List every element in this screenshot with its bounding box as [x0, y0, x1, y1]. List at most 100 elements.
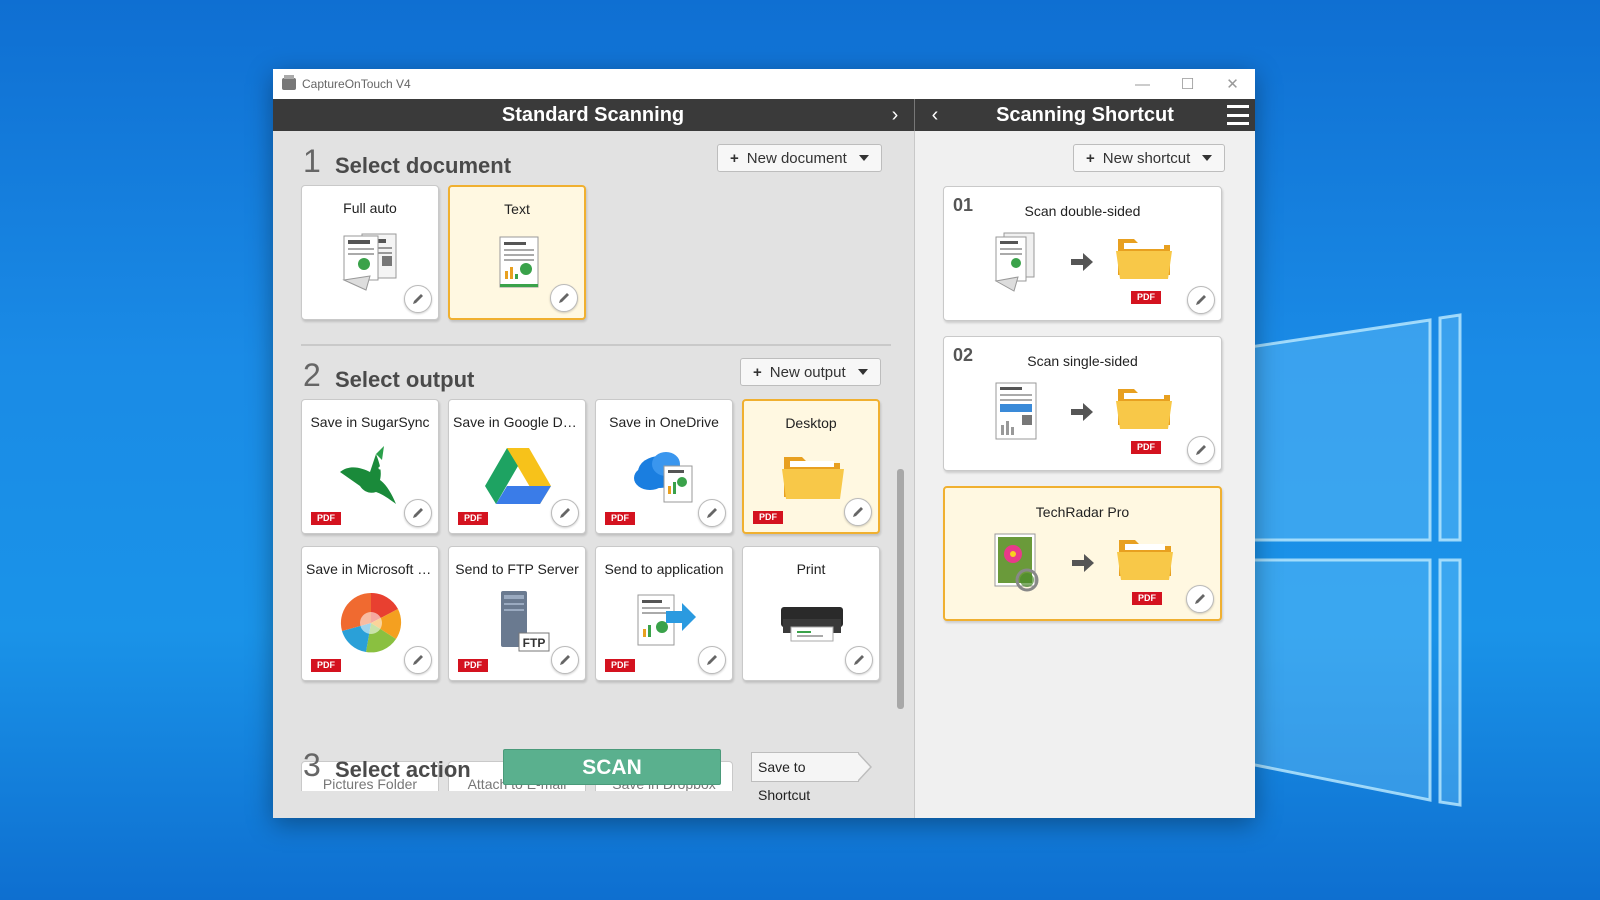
scanning-shortcut-panel: + New shortcut 01 Scan double-sided PDF … [914, 131, 1255, 818]
save-to-shortcut-label: Save to Shortcut [751, 752, 859, 803]
scanning-shortcut-title: Scanning Shortcut [996, 104, 1174, 126]
arrow-right-icon [1071, 253, 1093, 271]
edit-pencil-icon[interactable] [551, 499, 579, 527]
shortcut-techradar-pro[interactable]: TechRadar Pro PDF [943, 486, 1222, 621]
arrow-right-fill [857, 753, 870, 781]
window-title: CaptureOnTouch V4 [302, 77, 411, 91]
pdf-badge: PDF [311, 512, 341, 525]
edit-pencil-icon[interactable] [845, 646, 873, 674]
pdf-badge: PDF [753, 511, 783, 524]
output-scrollbar[interactable] [897, 469, 904, 709]
scan-button[interactable]: SCAN [503, 749, 721, 785]
edit-pencil-icon[interactable] [1187, 286, 1215, 314]
output-tile-google-drive[interactable]: Save in Google Dri... PDF [448, 399, 586, 534]
document-tile-full-auto[interactable]: Full auto [301, 185, 439, 320]
pdf-badge: PDF [1132, 592, 1162, 605]
caret-down-icon [1202, 155, 1213, 161]
edit-pencil-icon[interactable] [698, 499, 726, 527]
shortcut-scan-double-sided[interactable]: 01 Scan double-sided PDF [943, 186, 1222, 321]
caret-down-icon [858, 155, 869, 161]
header-bar: Standard Scanning › ‹ Scanning Shortcut [273, 99, 1255, 131]
edit-pencil-icon[interactable] [551, 646, 579, 674]
tile-label: Full auto [343, 200, 397, 216]
output-tile-onedrive[interactable]: Save in OneDrive PDF [595, 399, 733, 534]
tile-label: Desktop [785, 415, 837, 431]
step-1-number: 1 [303, 143, 321, 179]
onedrive-cloud-icon [634, 452, 693, 503]
output-tile-desktop[interactable]: Desktop PDF [742, 399, 880, 534]
save-to-shortcut-button[interactable]: Save to Shortcut [751, 752, 872, 803]
new-output-label: New output [769, 363, 846, 381]
edit-pencil-icon[interactable] [404, 499, 432, 527]
tile-label: Text [504, 201, 530, 217]
arrow-right-icon [1072, 554, 1094, 572]
shortcut-scan-single-sided[interactable]: 02 Scan single-sided PDF [943, 336, 1222, 471]
shortcut-label: Scan single-sided [1027, 353, 1138, 369]
photo-document-icon [994, 533, 1039, 592]
title-bar: CaptureOnTouch V4 — ☐ ✕ [273, 69, 1255, 99]
double-sided-document-icon [994, 232, 1035, 292]
new-shortcut-button[interactable]: + New shortcut [1073, 144, 1226, 172]
tile-label: Send to FTP Server [455, 561, 579, 577]
ftp-text: FTP [523, 636, 546, 650]
edit-pencil-icon[interactable] [1187, 436, 1215, 464]
google-drive-icon [485, 448, 551, 504]
edit-pencil-icon[interactable] [550, 284, 578, 312]
shortcut-label: TechRadar Pro [1035, 504, 1130, 520]
arrow-right-icon [1071, 403, 1093, 421]
send-to-app-icon [637, 594, 696, 646]
output-tile-print[interactable]: Print [742, 546, 880, 681]
edit-pencil-icon[interactable] [404, 285, 432, 313]
text-document-icon [499, 236, 539, 288]
multi-page-document-icon [342, 233, 397, 291]
windows-logo-wallpaper [1230, 313, 1462, 807]
plus-icon: + [730, 149, 739, 167]
caret-down-icon [857, 369, 868, 375]
new-shortcut-label: New shortcut [1102, 149, 1191, 167]
pdf-badge: PDF [458, 512, 488, 525]
edit-pencil-icon[interactable] [404, 646, 432, 674]
tile-label: Print [796, 561, 826, 577]
output-tile-send-to-application[interactable]: Send to application PDF [595, 546, 733, 681]
minimize-button[interactable]: — [1120, 69, 1165, 99]
close-button[interactable]: ✕ [1210, 69, 1255, 99]
pdf-badge: PDF [605, 659, 635, 672]
pdf-badge: PDF [1131, 291, 1161, 304]
folder-icon [1116, 239, 1172, 279]
edit-pencil-icon[interactable] [1186, 585, 1214, 613]
hamburger-menu-icon[interactable] [1227, 105, 1249, 125]
output-tile-sugarsync[interactable]: Save in SugarSync PDF [301, 399, 439, 534]
hummingbird-icon [340, 446, 396, 504]
pdf-badge: PDF [605, 512, 635, 525]
tile-label: Send to application [604, 561, 724, 577]
standard-scanning-title: Standard Scanning [501, 104, 685, 126]
pdf-badge: PDF [458, 659, 488, 672]
printer-icon [781, 607, 843, 642]
maximize-button[interactable]: ☐ [1165, 69, 1210, 99]
output-tile-ftp-server[interactable]: Send to FTP Server FTP PDF [448, 546, 586, 681]
step-2-label: Select output [335, 367, 475, 392]
chevron-right-icon[interactable]: › [885, 99, 905, 131]
standard-scanning-panel: 1 Select document + New document Full au… [273, 131, 914, 818]
captureontouch-window: CaptureOnTouch V4 — ☐ ✕ Standard Scannin… [273, 69, 1255, 818]
folder-icon [782, 457, 844, 499]
plus-icon: + [1086, 149, 1095, 167]
single-sided-document-icon [995, 382, 1037, 440]
tile-label: Save in Microsoft S... [306, 561, 434, 577]
tile-label: Save in Google Dri... [453, 414, 581, 430]
edit-pencil-icon[interactable] [698, 646, 726, 674]
output-tile-microsoft-sharepoint[interactable]: Save in Microsoft S... PDF [301, 546, 439, 681]
folder-icon [1116, 389, 1172, 429]
new-document-label: New document [746, 149, 847, 167]
step-3-label: Select action [335, 757, 471, 782]
plus-icon: + [753, 363, 762, 381]
ftp-server-icon: FTP [501, 591, 550, 652]
sharepoint-icon [340, 592, 402, 653]
document-tile-text[interactable]: Text [448, 185, 586, 320]
new-document-button[interactable]: + New document [717, 144, 882, 172]
pdf-badge: PDF [1131, 441, 1161, 454]
new-output-button[interactable]: + New output [740, 358, 881, 386]
tile-label: Save in SugarSync [310, 414, 430, 430]
edit-pencil-icon[interactable] [844, 498, 872, 526]
window-controls: — ☐ ✕ [1120, 69, 1255, 99]
